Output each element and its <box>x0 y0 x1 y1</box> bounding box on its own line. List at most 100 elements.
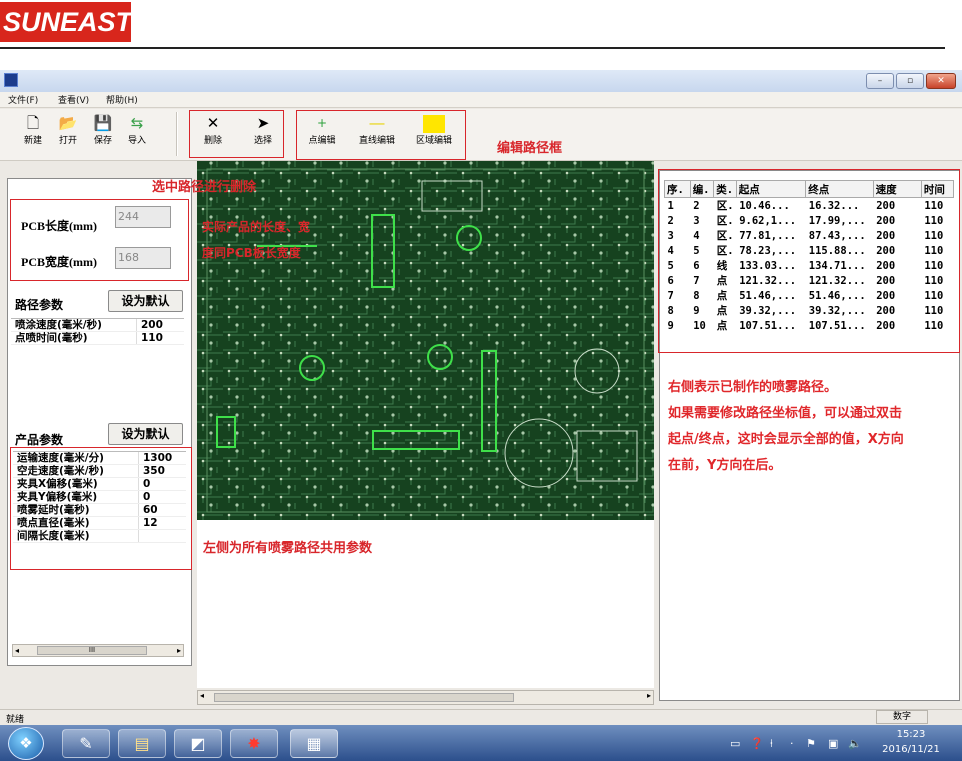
col-header-index[interactable]: 序. <box>664 180 691 198</box>
delete-cross-icon: ✕ <box>206 114 220 132</box>
windows-logo-icon: ❖ <box>19 734 33 752</box>
table-row[interactable]: 7 8 点 51.46,... 51.46,... 200 110 <box>665 288 954 303</box>
document-icon: ◩ <box>190 734 206 753</box>
param-row[interactable]: 夹具X偏移(毫米) 0 <box>13 478 186 491</box>
product-set-default-button[interactable]: 设为默认 <box>108 423 183 445</box>
point-edit-button[interactable]: + 点编辑 <box>304 113 340 146</box>
col-header-time[interactable]: 时间 <box>920 180 955 198</box>
taskbar-notes-app[interactable]: ◩ <box>174 729 222 758</box>
point-edit-icon: + <box>316 116 328 130</box>
menu-bar <box>0 92 962 108</box>
right-annotation-2: 如果需要修改路径坐标值，可以通过双击 <box>668 406 903 421</box>
param-row[interactable]: 空走速度(毫米/秒) 350 <box>13 465 186 478</box>
param-row[interactable]: 喷点直径(毫米) 12 <box>13 517 186 530</box>
taskbar-spray-app[interactable]: ▦ <box>290 729 338 758</box>
pcb-board-graphic <box>197 161 654 520</box>
header-divider <box>0 47 945 49</box>
flag-icon[interactable]: ⚑ <box>806 737 816 750</box>
table-row[interactable]: 6 7 点 121.32... 121.32... 200 110 <box>665 273 954 288</box>
maximize-button[interactable]: ▫ <box>896 73 924 89</box>
table-row[interactable]: 5 6 线 133.03... 134.71... 200 110 <box>665 258 954 273</box>
left-shared-annotation: 左侧为所有喷雾路径共用参数 <box>203 541 373 556</box>
keyboard-icon[interactable]: ▭ <box>730 737 740 750</box>
import-icon: ⇆ <box>130 114 144 132</box>
menu-help[interactable]: 帮助(H) <box>106 93 138 106</box>
folder-open-icon: 📂 <box>58 114 78 132</box>
right-annotation-3: 起点/终点，这时会显示全部的值，X方向 <box>668 432 904 447</box>
save-button[interactable]: 💾 保存 <box>88 113 118 146</box>
scroll-thumb[interactable]: III <box>37 646 147 655</box>
clock-time: 15:23 <box>896 729 926 740</box>
taskbar-paint-app[interactable]: ✎ <box>62 729 110 758</box>
scroll-left-arrow[interactable]: ◂ <box>200 691 204 700</box>
param-row[interactable]: 点喷时间(毫秒) 110 <box>11 332 184 345</box>
start-button[interactable]: ❖ <box>8 727 44 760</box>
param-row[interactable]: 运输速度(毫米/分) 1300 <box>13 452 186 465</box>
system-clock[interactable]: 15:23 2016/11/21 <box>878 727 944 757</box>
param-row[interactable]: 喷雾延时(毫秒) 60 <box>13 504 186 517</box>
tray-dot-icon[interactable]: · <box>790 737 794 750</box>
line-edit-button[interactable]: ― 直线编辑 <box>353 113 401 146</box>
col-header-start[interactable]: 起点 <box>735 180 807 198</box>
status-ready: 就绪 <box>6 715 25 725</box>
col-header-end[interactable]: 终点 <box>805 180 874 198</box>
network-icon[interactable]: ⍿ <box>770 737 773 751</box>
status-numlock: 数字 <box>876 710 928 724</box>
menu-view[interactable]: 查看(V) <box>58 93 89 106</box>
select-delete-annotation: 选中路径进行删除 <box>152 180 257 195</box>
area-edit-button[interactable]: 区域编辑 <box>410 113 458 146</box>
right-annotation-1: 右侧表示已制作的喷雾路径。 <box>668 380 838 395</box>
taskbar-red-app[interactable]: ✸ <box>230 729 278 758</box>
table-row[interactable]: 4 5 区. 78.23,... 115.88... 200 110 <box>665 243 954 258</box>
table-row[interactable]: 8 9 点 39.32,... 39.32,... 200 110 <box>665 303 954 318</box>
volume-icon[interactable]: 🔈 <box>848 737 862 750</box>
actual-size-annotation-1: 实际产品的长度、宽 <box>202 220 311 234</box>
table-row[interactable]: 2 3 区. 9.62,1... 17.99,... 200 110 <box>665 213 954 228</box>
param-row[interactable]: 夹具Y偏移(毫米) 0 <box>13 491 186 504</box>
brush-icon: ✎ <box>79 734 93 753</box>
col-header-speed[interactable]: 速度 <box>872 180 922 198</box>
scroll-left-arrow[interactable]: ◂ <box>15 645 19 656</box>
scroll-right-arrow[interactable]: ▸ <box>177 645 181 656</box>
table-row[interactable]: 3 4 区. 77.81,... 87.43,... 200 110 <box>665 228 954 243</box>
table-row[interactable]: 9 10 点 107.51... 107.51... 200 110 <box>665 318 954 333</box>
param-row[interactable]: 间隔长度(毫米) <box>13 530 186 543</box>
pcb-width-field[interactable]: 168 <box>115 247 171 269</box>
new-button[interactable]: 🗋 新建 <box>18 113 48 146</box>
col-header-type[interactable]: 类. <box>713 180 737 198</box>
menu-file[interactable]: 文件(F) <box>8 93 38 106</box>
path-table: 序. 编. 类. 起点 终点 速度 时间 1 2 区. 10.46... 16.32..… <box>664 180 955 333</box>
scroll-right-arrow[interactable]: ▸ <box>647 691 651 700</box>
pcb-width-label: PCB宽度(mm) <box>21 255 97 269</box>
pcb-image-canvas[interactable] <box>197 161 654 520</box>
pointer-icon: ➤ <box>256 114 270 132</box>
path-params-title: 路径参数 <box>15 298 64 312</box>
col-header-id[interactable]: 编. <box>689 180 715 198</box>
canvas-hscrollbar[interactable]: ◂ ▸ <box>197 690 654 705</box>
table-row[interactable]: 1 2 区. 10.46... 16.32... 200 110 <box>665 198 954 214</box>
scroll-thumb[interactable] <box>214 693 514 702</box>
clock-date: 2016/11/21 <box>882 744 940 755</box>
pcb-length-label: PCB长度(mm) <box>21 219 97 233</box>
monitor-icon[interactable]: ▣ <box>828 737 838 750</box>
help-icon[interactable]: ❓ <box>750 737 764 750</box>
pcb-length-field[interactable]: 244 <box>115 206 171 228</box>
path-params-grid: 喷涂速度(毫米/秒) 200 点喷时间(毫秒) 110 <box>11 318 184 398</box>
status-bar: 就绪 数字 <box>0 709 962 725</box>
open-button[interactable]: 📂 打开 <box>53 113 83 146</box>
path-set-default-button[interactable]: 设为默认 <box>108 290 183 312</box>
edit-path-frame-label: 编辑路径框 <box>497 141 563 156</box>
left-hscrollbar[interactable]: ◂ III ▸ <box>12 644 184 657</box>
app-blocks-icon: ▦ <box>306 734 322 753</box>
new-file-icon: 🗋 <box>26 114 40 132</box>
minimize-button[interactable]: – <box>866 73 894 89</box>
gear-burst-icon: ✸ <box>247 734 261 753</box>
delete-button[interactable]: ✕ 删除 <box>198 113 228 146</box>
taskbar-explorer-app[interactable]: ▤ <box>118 729 166 758</box>
close-button[interactable]: ✕ <box>926 73 956 89</box>
product-params-grid: 运输速度(毫米/分) 1300 空走速度(毫米/秒) 350 夹具X偏移(毫米) 0 … <box>13 451 186 561</box>
param-row[interactable]: 喷涂速度(毫米/秒) 200 <box>11 319 184 332</box>
select-button[interactable]: ➤ 选择 <box>248 113 278 146</box>
product-params-title: 产品参数 <box>15 433 64 447</box>
import-button[interactable]: ⇆ 导入 <box>122 113 152 146</box>
